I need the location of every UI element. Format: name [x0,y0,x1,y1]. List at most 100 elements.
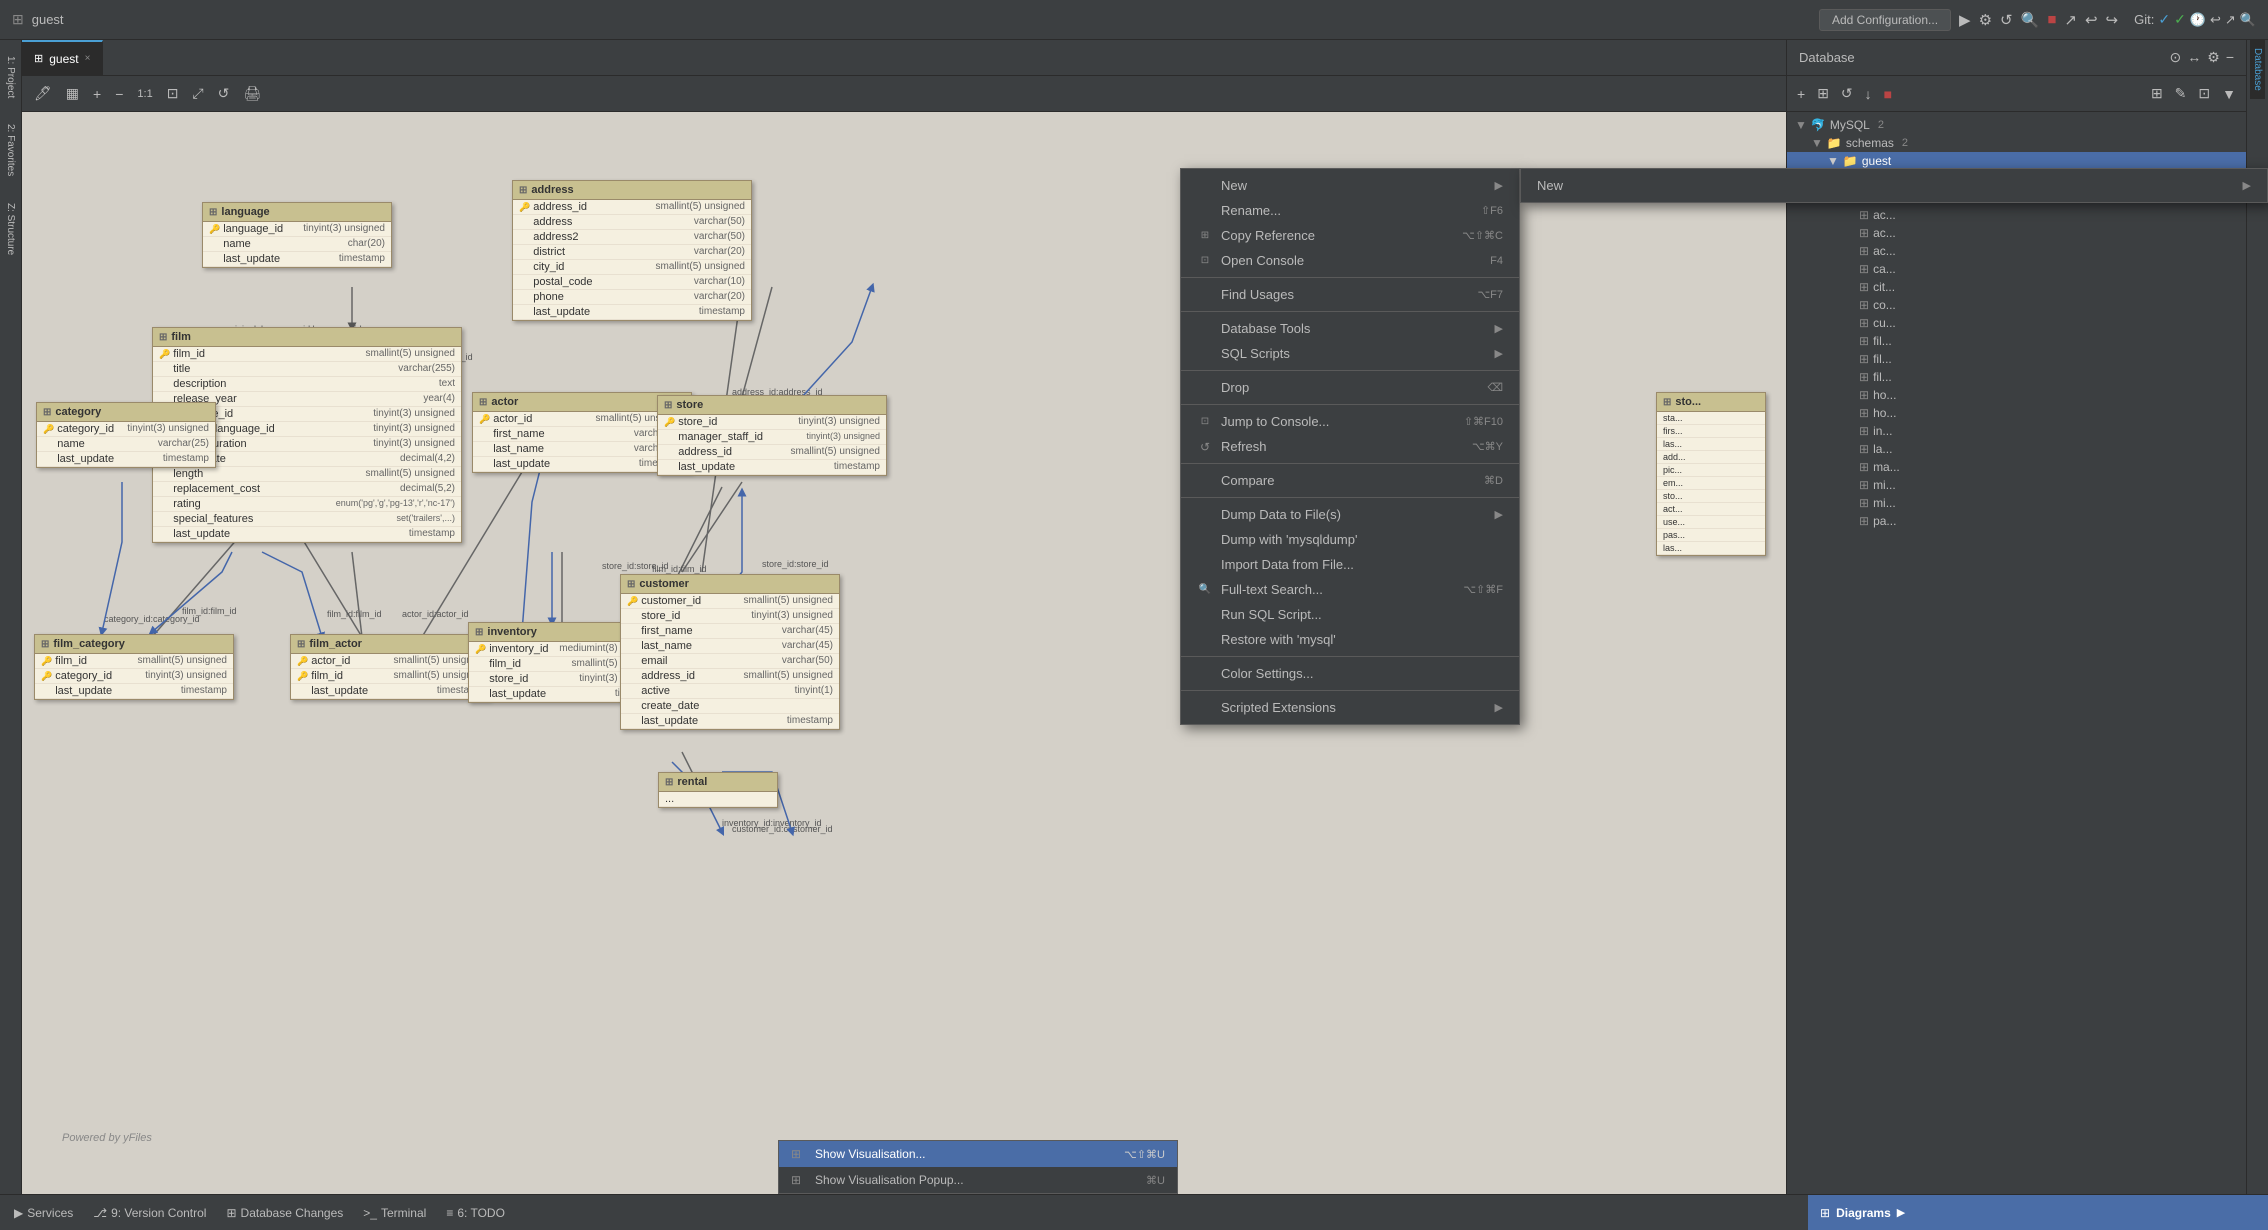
git-checkmark-green[interactable]: ✓ [2174,11,2186,28]
project-panel-btn[interactable]: 1: Project [3,44,18,110]
split-icon[interactable]: ↔ [2187,49,2201,66]
table-film-actor[interactable]: ⊞ film_actor 🔑actor_idsmallint(5) unsign… [290,634,490,700]
db-filter-btn[interactable]: ▼ [2218,84,2240,104]
ctx-rename[interactable]: Rename... ⇧F6 [1181,198,1519,223]
print-btn[interactable]: 🖨 [239,83,265,104]
minimize-icon[interactable]: − [2226,49,2234,66]
table-staff-partial[interactable]: ⊞ sto... sta... firs... las... add... pi… [1656,392,1766,556]
history-icon[interactable]: ↩ [2085,11,2098,29]
status-services-btn[interactable]: ▶ Services [8,1204,79,1222]
ctx-refresh[interactable]: ↺ Refresh ⌥⌘Y [1181,434,1519,459]
stop-icon[interactable]: ■ [2047,11,2056,28]
ctx-compare[interactable]: Compare ⌘D [1181,468,1519,493]
ctx-find-usages[interactable]: Find Usages ⌥F7 [1181,282,1519,307]
favorites-panel-btn[interactable]: 2: Favorites [3,112,18,188]
grid-tool-btn[interactable]: ▦ [62,83,83,104]
ctx-run-sql[interactable]: Run SQL Script... [1181,602,1519,627]
zoom-11-btn[interactable]: 1:1 [133,86,156,102]
globe-icon[interactable]: ⊙ [2170,49,2182,66]
tree-table-ho2[interactable]: ⊞ho... [1787,404,2246,422]
ctx-color-settings[interactable]: Color Settings... [1181,661,1519,686]
tree-schemas[interactable]: ▼ 📁 schemas 2 [1787,134,2246,152]
tree-table-fil1[interactable]: ⊞fil... [1787,332,2246,350]
ctx-dump-mysqldump[interactable]: Dump with 'mysqldump' [1181,527,1519,552]
ctx-drop[interactable]: Drop ⌫ [1181,375,1519,400]
tree-table-mi2[interactable]: ⊞mi... [1787,494,2246,512]
tree-mysql[interactable]: ▼ 🐬 MySQL 2 [1787,116,2246,134]
status-db-changes-btn[interactable]: ⊞ Database Changes [220,1204,349,1222]
git-search[interactable]: 🔍 [2240,12,2256,28]
build-icon[interactable]: ⚙ [1979,11,1992,29]
table-address[interactable]: ⊞ address 🔑address_idsmallint(5) unsigne… [512,180,752,321]
table-language[interactable]: ⊞ language 🔑language_id tinyint(3) unsig… [202,202,392,268]
db-sync-btn[interactable]: ↓ [1861,84,1876,104]
git-clock[interactable]: 🕐 [2190,12,2206,28]
tree-table-mi1[interactable]: ⊞mi... [1787,476,2246,494]
table-rental[interactable]: ⊞ rental ... [658,772,778,808]
tab-guest[interactable]: ⊞ guest × [22,40,103,75]
db-refresh-btn[interactable]: ↺ [1837,83,1857,104]
db-grid-btn[interactable]: ⊞ [2147,83,2167,104]
search-icon[interactable]: 🔍 [2021,11,2040,29]
db-copy-btn[interactable]: ⊞ [1813,83,1833,104]
tab-close-button[interactable]: × [85,53,91,64]
git-undo[interactable]: ↩ [2210,12,2221,28]
tree-table-fil3[interactable]: ⊞fil... [1787,368,2246,386]
select-tool-btn[interactable]: 🖊 [30,83,56,104]
vis-item-show[interactable]: ⊞ Show Visualisation... ⌥⇧⌘U [779,1141,1177,1167]
database-vtab-btn[interactable]: Database [2250,40,2265,99]
status-vcs-btn[interactable]: ⎇ 9: Version Control [87,1204,212,1222]
settings-icon[interactable]: ⚙ [2207,49,2220,66]
ctx-new[interactable]: New ▶ [1181,173,1519,198]
tree-table-ac3[interactable]: ⊞ac... [1787,224,2246,242]
git-external[interactable]: ↗ [2225,12,2236,28]
tree-table-la[interactable]: ⊞la... [1787,440,2246,458]
git-checkmark-blue[interactable]: ✓ [2158,11,2170,28]
tree-table-ma[interactable]: ⊞ma... [1787,458,2246,476]
expand-canvas-btn[interactable]: ⤢ [188,83,207,104]
db-stop-btn[interactable]: ■ [1880,84,1896,104]
rotate-btn[interactable]: ↺ [214,83,234,104]
forward-icon[interactable]: ↪ [2106,11,2119,29]
vis-item-popup[interactable]: ⊞ Show Visualisation Popup... ⌘U [779,1167,1177,1193]
new-submenu-new[interactable]: New ▶ [1521,173,2267,198]
ctx-db-tools[interactable]: Database Tools ▶ [1181,316,1519,341]
ctx-fulltext-search[interactable]: 🔍 Full-text Search... ⌥⇧⌘F [1181,577,1519,602]
run-icon[interactable]: ▶ [1959,11,1971,29]
tree-table-in[interactable]: ⊞in... [1787,422,2246,440]
ctx-restore-mysql[interactable]: Restore with 'mysql' [1181,627,1519,652]
ctx-dump-data[interactable]: Dump Data to File(s) ▶ [1181,502,1519,527]
tree-table-pa[interactable]: ⊞pa... [1787,512,2246,530]
table-category[interactable]: ⊞ category 🔑category_idtinyint(3) unsign… [36,402,216,468]
tree-table-fil2[interactable]: ⊞fil... [1787,350,2246,368]
tree-table-ac4[interactable]: ⊞ac... [1787,242,2246,260]
ctx-open-console[interactable]: ⊡ Open Console F4 [1181,248,1519,273]
add-configuration-button[interactable]: Add Configuration... [1819,9,1951,31]
expand-icon[interactable]: ↗ [2064,11,2077,29]
tree-table-ac2[interactable]: ⊞ac... [1787,206,2246,224]
tree-table-ho1[interactable]: ⊞ho... [1787,386,2246,404]
ctx-copy-ref[interactable]: ⊞ Copy Reference ⌥⇧⌘C [1181,223,1519,248]
table-film-category[interactable]: ⊞ film_category 🔑film_idsmallint(5) unsi… [34,634,234,700]
zoom-in-btn[interactable]: + [89,84,105,104]
db-add-btn[interactable]: + [1793,84,1809,104]
refresh-icon[interactable]: ↺ [2000,11,2013,29]
tree-table-co[interactable]: ⊞co... [1787,296,2246,314]
fit-btn[interactable]: ⊡ [163,83,183,104]
diagrams-bar-btn[interactable]: ⊞ Diagrams ▶ [1808,1195,2268,1230]
diagram-canvas[interactable]: original_language_id:language_id languag… [22,112,1786,1194]
ctx-sql-scripts[interactable]: SQL Scripts ▶ [1181,341,1519,366]
table-store[interactable]: ⊞ store 🔑store_idtinyint(3) unsigned 🔑ma… [657,395,887,476]
structure-panel-btn[interactable]: Z: Structure [3,191,18,267]
tree-table-ca[interactable]: ⊞ca... [1787,260,2246,278]
tree-table-cit[interactable]: ⊞cit... [1787,278,2246,296]
zoom-out-btn[interactable]: − [111,84,127,104]
status-todo-btn[interactable]: ≡ 6: TODO [440,1204,511,1222]
tree-table-cu[interactable]: ⊞cu... [1787,314,2246,332]
ctx-import-data[interactable]: Import Data from File... [1181,552,1519,577]
ctx-jump-console[interactable]: ⊡ Jump to Console... ⇧⌘F10 [1181,409,1519,434]
db-console-btn[interactable]: ⊡ [2194,83,2214,104]
db-edit-btn[interactable]: ✎ [2171,83,2191,104]
table-customer[interactable]: ⊞ customer 🔑customer_idsmallint(5) unsig… [620,574,840,730]
status-terminal-btn[interactable]: >_ Terminal [357,1204,432,1222]
